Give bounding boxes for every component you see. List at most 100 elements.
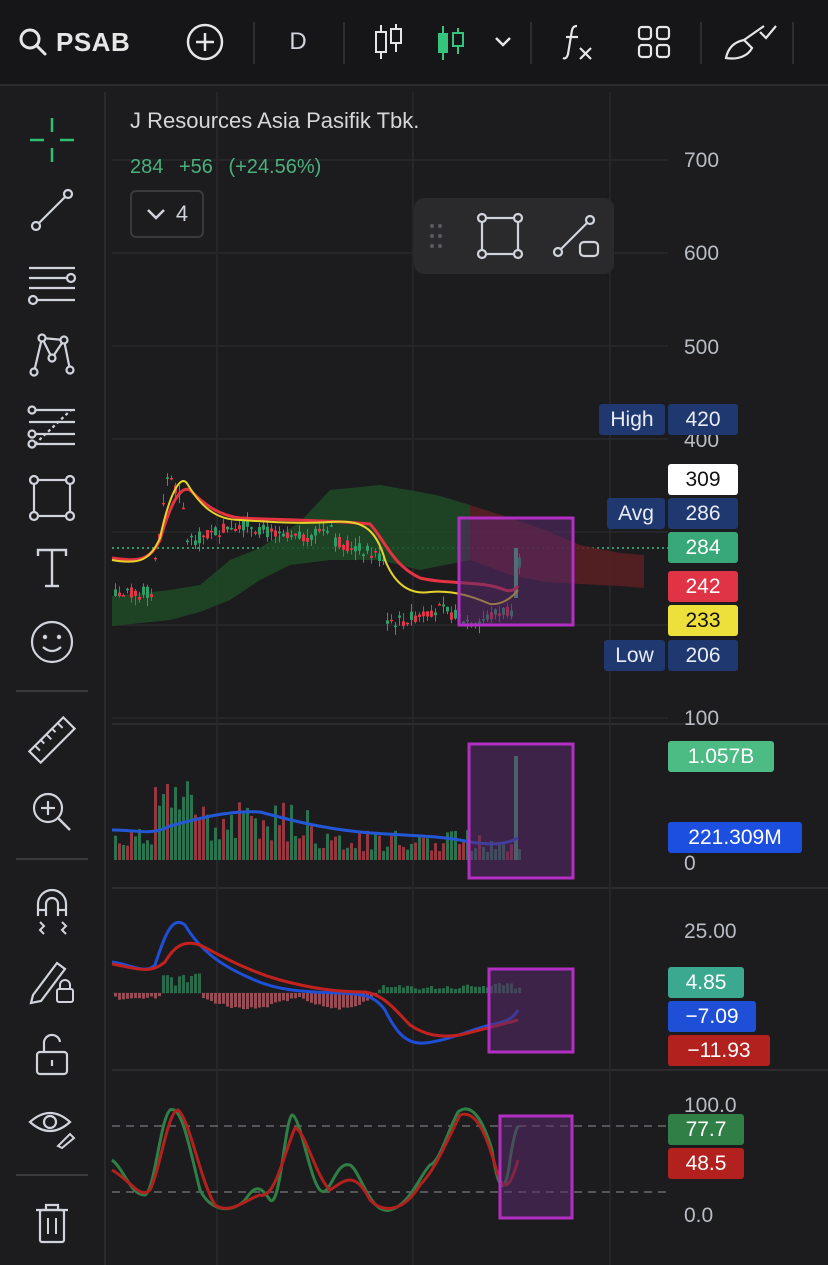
volume-bar (150, 844, 153, 860)
low-label-tag: Low (604, 640, 665, 671)
macd-histogram-bar (322, 993, 325, 1007)
candle-body (434, 612, 437, 616)
change-percent: (+24.56%) (228, 156, 322, 178)
candle-body (190, 535, 193, 538)
chevron-down-icon (146, 209, 165, 220)
macd-histogram-bar (134, 993, 137, 999)
candle-body (286, 532, 289, 538)
volume-ma-tag: 221.309M (668, 822, 802, 853)
candle-body (442, 604, 445, 607)
candle-body (330, 525, 333, 527)
price-tick: 500 (684, 336, 720, 359)
last-price: 284 (130, 156, 164, 178)
volume-bar (158, 805, 161, 860)
macd-histogram-bar (206, 993, 209, 1000)
volume-bar (386, 846, 389, 860)
selection-rectangle[interactable] (487, 967, 575, 1054)
trendline-settings-icon[interactable] (550, 210, 602, 262)
drag-handle-icon[interactable] (428, 222, 444, 250)
candle-body (230, 527, 233, 530)
macd-histogram-bar (162, 975, 165, 993)
macd-histogram-bar (314, 993, 317, 1005)
macd-histogram-bar (326, 993, 329, 1008)
macd-histogram-bar (330, 993, 333, 1009)
rectangle-icon[interactable] (476, 212, 524, 260)
price-tick: 600 (684, 242, 720, 265)
macd-histogram-bar (398, 985, 401, 993)
macd-histogram-bar (450, 988, 453, 993)
volume-bar (358, 831, 361, 860)
macd-histogram-bar (222, 993, 225, 1004)
macd-histogram-bar (386, 987, 389, 993)
macd-histogram-bar (470, 986, 473, 993)
macd-histogram-bar (390, 987, 393, 993)
candle-body (258, 527, 261, 535)
volume-bar (334, 836, 337, 860)
candle-body (402, 621, 405, 626)
candle-body (270, 528, 273, 532)
candle-body (278, 531, 281, 534)
candle-body (198, 531, 201, 544)
volume-bar (378, 835, 381, 860)
macd-histogram-bar (310, 993, 313, 1003)
selection-rectangle[interactable] (467, 742, 575, 880)
avg-value-tag: 286 (668, 498, 738, 529)
macd-histogram-bar (258, 993, 261, 1008)
indicator-count: 4 (175, 201, 189, 226)
volume-bar (362, 851, 365, 860)
macd-histogram-bar (402, 987, 405, 993)
volume-bar (318, 848, 321, 860)
volume-bar (290, 804, 293, 860)
volume-bar (254, 818, 257, 860)
volume-bar (202, 806, 205, 860)
yellow-ma-tag: 233 (668, 605, 738, 636)
stoch-k-tag: 77.7 (668, 1114, 744, 1145)
volume-bar (242, 811, 245, 860)
candle-body (302, 534, 305, 542)
volume-bar (458, 844, 461, 860)
selection-rectangle[interactable] (457, 516, 575, 627)
macd-histogram-bar (202, 993, 205, 999)
macd-histogram-bar (334, 993, 337, 1008)
macd-histogram-bar (414, 988, 417, 993)
candle-body (150, 594, 153, 598)
volume-bar (338, 835, 341, 860)
candle-body (162, 502, 165, 505)
volume-bar (218, 839, 221, 860)
macd-histogram-bar (382, 985, 385, 993)
candle-body (290, 535, 293, 537)
candle-body (378, 553, 381, 561)
volume-bar (310, 826, 313, 860)
candle-body (386, 620, 389, 624)
candle-body (234, 528, 237, 531)
volume-bar (262, 820, 265, 860)
volume-bar (350, 843, 353, 860)
candle-body (226, 526, 229, 530)
volume-bar (146, 840, 149, 860)
indicators-collapse-button[interactable]: 4 (130, 190, 204, 238)
volume-bar (282, 802, 285, 860)
high-value-tag: 420 (668, 404, 738, 435)
stochastic-indicator (110, 1107, 520, 1212)
candle-body (186, 540, 189, 543)
volume-bar (206, 814, 209, 860)
candle-body (154, 557, 157, 560)
change-value: +56 (178, 156, 213, 178)
macd-histogram-bar (478, 986, 481, 993)
floating-drawing-toolbar (414, 198, 614, 274)
volume-bar (210, 840, 213, 860)
macd-histogram-bar (302, 993, 305, 999)
macd-histogram-bar (138, 993, 141, 999)
volume-bar (418, 836, 421, 860)
chart-title: J Resources Asia Pasifik Tbk. (130, 108, 420, 133)
candle-body (130, 587, 133, 598)
candle-body (350, 548, 353, 550)
macd-histogram-bar (114, 993, 117, 997)
candle-body (426, 611, 429, 617)
candle-body (222, 523, 225, 533)
selection-rectangle[interactable] (498, 1114, 574, 1220)
candle-body (398, 615, 401, 618)
macd-histogram-bar (142, 993, 145, 999)
volume-bar (286, 841, 289, 860)
candle-body (446, 606, 449, 612)
